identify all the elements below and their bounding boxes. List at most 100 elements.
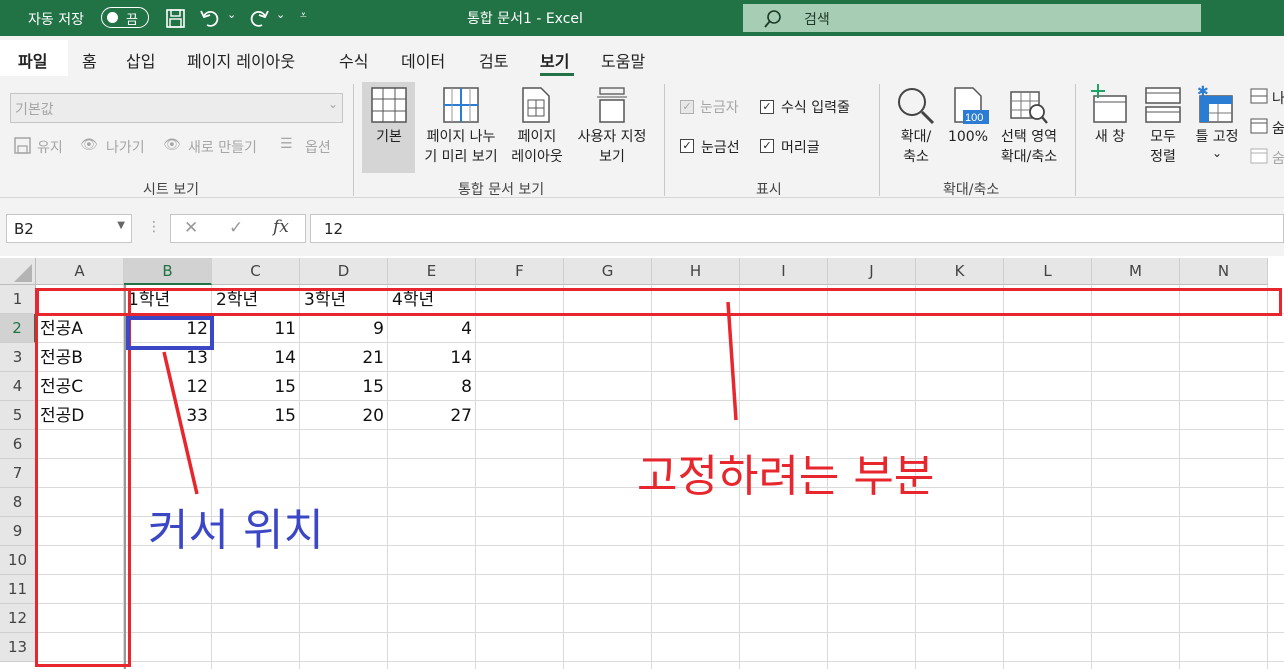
formula-input[interactable]: 12 [310,214,1284,243]
group-separator [1075,84,1076,196]
tab-formulas[interactable]: 수식 [339,48,368,72]
arrange-all-button[interactable]: 모두 정렬 [1140,127,1186,167]
keep-icon [14,137,31,154]
normal-view-button[interactable]: 기본 [372,127,406,147]
search-placeholder: 검색 [804,12,830,28]
formula-bar-checkbox[interactable]: ✓ [760,100,774,114]
zoom-selection-button[interactable]: 선택 영역 확대/축소 [994,127,1064,167]
tab-home[interactable]: 홈 [82,48,97,72]
zoom-100-icon-text: 100 [965,112,983,124]
page-break-preview-icon [443,87,479,123]
new-view-icon: 👁 [163,137,181,153]
chevron-down-icon: ⌄ [327,97,338,111]
tab-review[interactable]: 검토 [479,48,508,72]
worksheet-grid[interactable]: ABCDEFGHIJKLMN 1 2 3 4 5 6 7 8 9 10 11 12 13 1학년 2학년 3… [0,258,1284,669]
page-layout-icon [522,87,550,123]
ribbon-tabs: 파일 홈 삽입 페이지 레이아웃 수식 데이터 검토 보기 도움말 [0,36,1284,76]
page-layout-label-line2: 레이아웃 [511,149,563,165]
custom-views-button[interactable]: 사용자 지정 보기 [570,127,654,167]
tab-file[interactable]: 파일 [18,48,47,72]
freeze-panes-label: 틀 고정 [1195,129,1239,145]
freeze-pointer-line [726,301,738,421]
search-icon [764,10,781,28]
workbook-views-group-label: 통합 문서 보기 [458,182,545,198]
keep-button[interactable]: 유지 [37,137,63,157]
zoom-selection-icon [1010,91,1048,124]
group-separator [879,84,880,196]
zoom-selection-label-line2: 확대/축소 [1000,149,1058,165]
page-break-preview-button[interactable]: 페이지 나누 기 미리 보기 [417,127,505,167]
normal-view-icon [371,87,407,123]
cursor-annotation-label: 커서 위치 [148,505,324,556]
tab-view[interactable]: 보기 [540,48,569,72]
window-title: 통합 문서1 - Excel [467,11,583,27]
ruler-checkbox[interactable]: ✓ [680,100,694,114]
redo-dropdown-icon[interactable]: ⌄ [276,8,285,21]
autosave-label: 자동 저장 [28,12,84,28]
more-icon: ⋮ [147,219,161,235]
custom-views-icon [597,87,627,123]
search-box[interactable]: 검색 [743,4,1201,32]
zoom-selection-label-line1: 선택 영역 [1001,129,1057,145]
enter-icon[interactable]: ✓ [229,218,243,238]
ruler-label: 눈금자 [700,100,739,116]
redo-icon[interactable] [248,7,270,29]
hide-button[interactable]: 숨 [1272,118,1284,138]
formula-bar-area: B2 ▼ ⋮ ✕ ✓ fx 12 [0,198,1284,256]
tab-page-layout[interactable]: 페이지 레이아웃 [187,48,295,72]
svg-text:✱: ✱ [1197,84,1209,100]
cancel-icon[interactable]: ✕ [184,218,198,238]
insert-function-icon[interactable]: fx [273,217,289,237]
title-bar: 자동 저장 끔 ⌄ ⌄ ⩡ 통합 문서1 - Excel 검색 [0,0,1284,36]
ribbon: 기본값 ⌄ 유지 👁 나가기 👁 새로 만들기 ☰ 옵션 시트 보기 기본 페이… [0,76,1284,198]
zoom-label-line2: 축소 [903,149,929,165]
custom-views-label-line1: 사용자 지정 [577,129,647,145]
name-box-value: B2 [14,220,34,238]
headings-checkbox[interactable]: ✓ [760,139,774,153]
page-break-label-line2: 기 미리 보기 [424,149,498,165]
name-box[interactable]: B2 ▼ [6,214,132,243]
undo-dropdown-icon[interactable]: ⌄ [227,8,236,21]
autosave-state: 끔 [126,13,138,28]
chevron-down-icon: ▼ [117,220,125,231]
custom-views-label-line2: 보기 [599,149,625,165]
freeze-panes-icon: ✱ [1197,84,1233,123]
page-layout-button[interactable]: 페이지 레이아웃 [507,127,567,167]
group-separator [664,84,665,196]
sheet-view-group-label: 시트 보기 [143,182,199,198]
freeze-annotation-label: 고정하려는 부분 [637,451,935,502]
sheet-view-dropdown[interactable]: 기본값 ⌄ [10,93,343,123]
toggle-knob [107,12,118,23]
customize-qat-icon[interactable]: ⩡ [300,8,307,23]
split-button[interactable]: 나 [1272,88,1284,108]
headings-label: 머리글 [781,140,820,156]
page-layout-label-line1: 페이지 [517,129,557,145]
arrange-all-label-line1: 모두 [1150,129,1176,145]
gridlines-checkbox[interactable]: ✓ [680,139,694,153]
zoom-button[interactable]: 확대/ 축소 [893,127,939,167]
hide-icon [1250,118,1268,134]
page-break-label-line1: 페이지 나누 [426,129,496,145]
group-separator [353,84,354,196]
arrange-all-label-line2: 정렬 [1150,149,1176,165]
zoom-100-button[interactable]: 100% [946,127,990,147]
tab-help[interactable]: 도움말 [601,48,645,72]
tab-data[interactable]: 데이터 [401,48,445,72]
formula-value: 12 [324,220,344,238]
undo-icon[interactable] [199,7,221,29]
autosave-toggle[interactable]: 끔 [101,7,149,28]
save-icon[interactable] [165,8,186,29]
new-view-button[interactable]: 새로 만들기 [188,137,257,157]
options-button[interactable]: 옵션 [305,137,331,157]
zoom-group-label: 확대/축소 [943,182,1000,198]
new-window-button[interactable]: 새 창 [1088,127,1132,147]
zoom-magnifier-icon [898,88,935,125]
tab-insert[interactable]: 삽입 [126,48,155,72]
formula-buttons: ✕ ✓ fx [170,214,306,243]
options-icon: ☰ [280,136,293,152]
show-group-label: 표시 [756,182,782,198]
exit-button[interactable]: 나가기 [106,137,145,157]
freeze-panes-button[interactable]: 틀 고정 ⌄ [1190,127,1244,159]
unhide-button[interactable]: 숨 [1272,148,1284,168]
cursor-pointer-line [162,351,199,495]
